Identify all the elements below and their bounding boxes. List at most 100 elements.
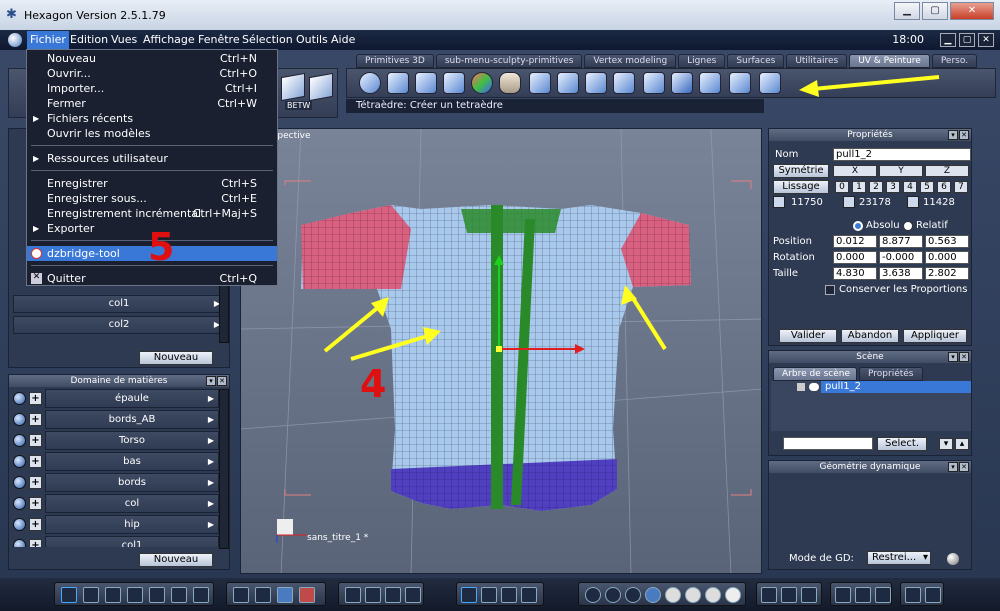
- validate-button[interactable]: Valider: [779, 329, 837, 343]
- menu-item-enregistrer[interactable]: Enregistrer Ctrl+S: [27, 176, 277, 191]
- expand-icon[interactable]: +: [29, 434, 42, 447]
- eye-icon[interactable]: [405, 587, 421, 603]
- tab-uv-peinture[interactable]: UV & Peinture: [849, 54, 930, 68]
- move-icon[interactable]: [461, 587, 477, 603]
- menu-outils[interactable]: Outils: [294, 33, 330, 46]
- scale-icon[interactable]: [501, 587, 517, 603]
- smoothing-level-1[interactable]: 1: [852, 181, 866, 193]
- single-view-icon[interactable]: [61, 587, 77, 603]
- 3d-viewport[interactable]: rspective sans_titre_1 *: [240, 128, 762, 574]
- tab-surfaces[interactable]: Surfaces: [727, 54, 785, 68]
- apply-button[interactable]: Appliquer: [903, 329, 967, 343]
- split-view-icon[interactable]: [171, 587, 187, 603]
- menu-fichier[interactable]: Fichier: [27, 31, 69, 49]
- panel-close-icon[interactable]: ✕: [217, 376, 227, 386]
- smoothing-level-5[interactable]: 5: [920, 181, 934, 193]
- panel-close-icon[interactable]: ✕: [959, 352, 969, 362]
- axis-x-toggle[interactable]: X: [833, 165, 877, 177]
- menu-vues[interactable]: Vues: [109, 33, 139, 46]
- smoothing-level-0[interactable]: 0: [835, 181, 849, 193]
- position-x-field[interactable]: 0.012: [833, 235, 877, 248]
- split-view-icon[interactable]: [149, 587, 165, 603]
- textured-sphere-icon[interactable]: [685, 587, 701, 603]
- symmetry-button[interactable]: Symétrie: [773, 164, 829, 178]
- gd-mode-select[interactable]: Restrei... ▾: [867, 551, 931, 565]
- expand-icon[interactable]: +: [29, 539, 42, 547]
- menu-item-importer[interactable]: Importer... Ctrl+I: [27, 81, 277, 96]
- universal-manipulator-icon[interactable]: [521, 587, 537, 603]
- orbit-icon[interactable]: [365, 587, 381, 603]
- doc-close-button[interactable]: ✕: [978, 33, 994, 47]
- gear-icon[interactable]: [905, 587, 921, 603]
- list-item[interactable]: + épaule ▶: [11, 389, 219, 408]
- magnet-icon[interactable]: [255, 587, 271, 603]
- tab-scene-properties[interactable]: Propriétés: [859, 367, 923, 381]
- rotation-z-field[interactable]: 0.000: [925, 251, 969, 264]
- maximize-button[interactable]: ▢: [922, 2, 948, 20]
- menu-edition[interactable]: Edition: [68, 33, 110, 46]
- eye-icon[interactable]: [809, 383, 819, 391]
- light-icon[interactable]: [761, 587, 777, 603]
- menu-item-ouvrir[interactable]: Ouvrir... Ctrl+O: [27, 66, 277, 81]
- scrollbar[interactable]: [219, 389, 229, 549]
- octahedron-tool-icon[interactable]: [557, 72, 579, 94]
- list-item[interactable]: + bords_AB ▶: [11, 410, 219, 429]
- menu-selection[interactable]: Sélection: [240, 33, 295, 46]
- size-x-field[interactable]: 4.830: [833, 267, 877, 280]
- menu-aide[interactable]: Aide: [329, 33, 357, 46]
- tab-vertex-modeling[interactable]: Vertex modeling: [584, 54, 677, 68]
- shadow-icon[interactable]: [781, 587, 797, 603]
- bend-tool-icon[interactable]: [699, 72, 721, 94]
- tab-lignes[interactable]: Lignes: [678, 54, 726, 68]
- menu-item-quitter[interactable]: ✕ Quitter Ctrl+Q: [27, 271, 277, 286]
- zoom-icon[interactable]: [385, 587, 401, 603]
- flat-sphere-icon[interactable]: [605, 587, 621, 603]
- white-sphere-icon[interactable]: [665, 587, 681, 603]
- tetrahedron-tool-icon[interactable]: [529, 72, 551, 94]
- smoothing-level-7[interactable]: 7: [954, 181, 968, 193]
- panel-menu-icon[interactable]: ▾: [948, 352, 958, 362]
- relative-radio[interactable]: [903, 221, 913, 231]
- axis-y-toggle[interactable]: Y: [879, 165, 923, 177]
- render-settings-icon[interactable]: [855, 587, 871, 603]
- list-item[interactable]: col1 ▶: [13, 295, 225, 313]
- sphere-tool-icon[interactable]: [359, 72, 381, 94]
- smoothing-level-6[interactable]: 6: [937, 181, 951, 193]
- menu-item-nouveau[interactable]: Nouveau Ctrl+N: [27, 51, 277, 66]
- abandon-button[interactable]: Abandon: [841, 329, 899, 343]
- keep-proportions-checkbox[interactable]: [825, 285, 835, 295]
- position-y-field[interactable]: 8.877: [879, 235, 923, 248]
- panel-close-icon[interactable]: ✕: [959, 130, 969, 140]
- split-view-icon[interactable]: [193, 587, 209, 603]
- absolute-radio[interactable]: [853, 221, 863, 231]
- cube-icon[interactable]: [309, 72, 333, 102]
- lock-icon[interactable]: [797, 383, 805, 391]
- menu-item-ouvrir-modeles[interactable]: Ouvrir les modèles: [27, 126, 277, 141]
- shaded-sphere-icon[interactable]: [645, 587, 661, 603]
- smoothing-level-4[interactable]: 4: [903, 181, 917, 193]
- smooth-sphere-icon[interactable]: [625, 587, 641, 603]
- doc-minimize-button[interactable]: ▁: [940, 33, 956, 47]
- list-item[interactable]: + col ▶: [11, 494, 219, 513]
- select-button[interactable]: Select.: [877, 437, 927, 451]
- color-sphere-tool-icon[interactable]: [471, 72, 493, 94]
- wedge-tool-icon[interactable]: [613, 72, 635, 94]
- pan-icon[interactable]: [345, 587, 361, 603]
- smoothing-button[interactable]: Lissage: [773, 180, 829, 194]
- pyramid-tool-icon[interactable]: [643, 72, 665, 94]
- checker-cube-tool-icon[interactable]: [415, 72, 437, 94]
- cube-tool-icon[interactable]: [443, 72, 465, 94]
- head-tool-icon[interactable]: [499, 72, 521, 94]
- gd-sphere-icon[interactable]: [947, 553, 959, 565]
- panel-menu-icon[interactable]: ▾: [206, 376, 216, 386]
- grid-icon[interactable]: [233, 587, 249, 603]
- grid-red-icon[interactable]: [299, 587, 315, 603]
- menu-item-ressources[interactable]: ▶ Ressources utilisateur: [27, 151, 277, 166]
- expand-icon[interactable]: +: [29, 413, 42, 426]
- tab-perso[interactable]: Perso.: [931, 54, 978, 68]
- rotation-x-field[interactable]: 0.000: [833, 251, 877, 264]
- cylinder-tool-icon[interactable]: [387, 72, 409, 94]
- expand-icon[interactable]: +: [29, 497, 42, 510]
- new-material-button[interactable]: Nouveau: [139, 553, 213, 567]
- smoothing-level-3[interactable]: 3: [886, 181, 900, 193]
